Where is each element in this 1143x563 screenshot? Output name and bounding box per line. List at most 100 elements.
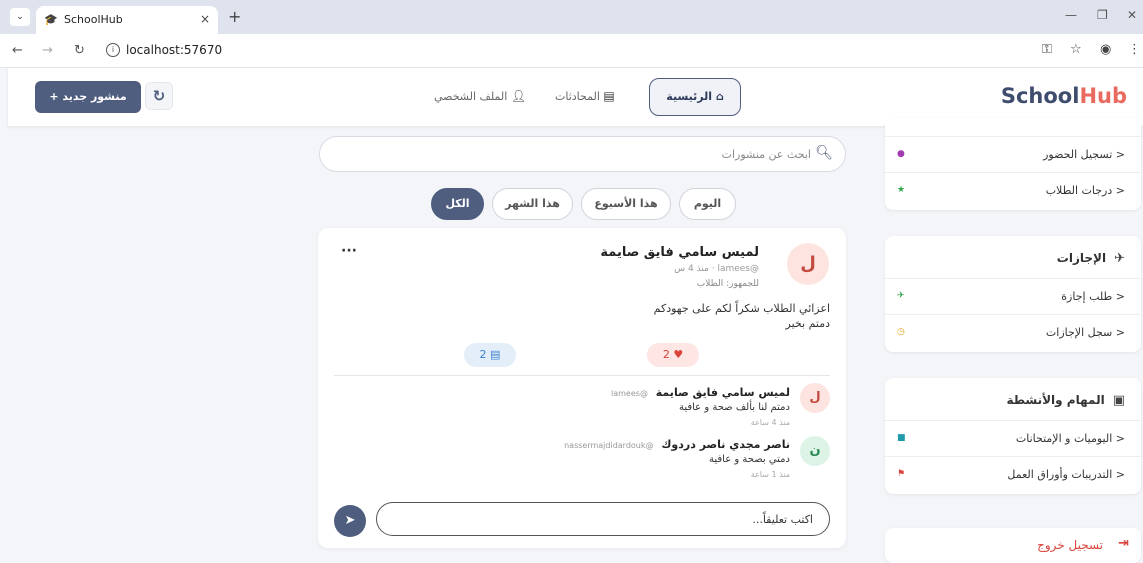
post-text: اعزائي الطلاب شكراً لكم على جهودكم دمتم … xyxy=(450,301,830,331)
logout-button[interactable]: تسجيل خروج ⇥ xyxy=(885,528,1141,563)
browser-tab-bar: ⌄ 🎓 SchoolHub × + — ❐ ✕ xyxy=(0,0,1143,34)
search-input[interactable]: 🔍︎ ابحث عن منشورات xyxy=(319,136,846,172)
logout-label: تسجيل خروج xyxy=(1037,538,1103,552)
sidebar-item-label: < درجات الطلاب xyxy=(1045,184,1125,197)
comment-avatar[interactable]: ن xyxy=(800,436,830,466)
window-close-icon[interactable]: ✕ xyxy=(1127,8,1137,22)
post-card: ل لميس سامي فايق صايمة @lamees · منذ 4 س… xyxy=(318,228,846,548)
bookmark-star-icon[interactable]: ☆ xyxy=(1070,42,1082,57)
browser-menu-icon[interactable]: ⋮ xyxy=(1128,42,1141,57)
tab-search-button[interactable]: ⌄ xyxy=(10,8,30,26)
post-author[interactable]: لميس سامي فايق صايمة xyxy=(600,245,759,260)
new-post-button[interactable]: + منشور جديد xyxy=(35,81,141,113)
post-text-line2: دمتم بخير xyxy=(785,317,830,330)
post-meta: @lamees · منذ 4 س xyxy=(674,264,759,274)
back-icon[interactable]: ← xyxy=(12,43,23,58)
profile-icon[interactable]: ◉ xyxy=(1100,42,1111,57)
nav-home[interactable]: الرئيسية ⌂ xyxy=(649,78,741,116)
filter-month[interactable]: هذا الشهر xyxy=(492,188,573,220)
sidebar-group-title: ▣المهام والأنشطة xyxy=(1006,393,1125,408)
nav-chats[interactable]: المحادثات ▤ xyxy=(555,89,615,103)
comment-placeholder: اكتب تعليقاً... xyxy=(752,513,813,526)
sidebar-item-grades[interactable]: < درجات الطلاب ★ xyxy=(885,172,1141,208)
send-comment-button[interactable]: ➤ xyxy=(334,505,366,537)
sidebar-item-label: < التدريبات وأوراق العمل xyxy=(1007,468,1125,481)
restore-icon[interactable]: ❐ xyxy=(1097,8,1108,22)
sidebar-group-leaves: ✈الإجازات < طلب إجازة ✈ < سجل الإجازات ◷ xyxy=(885,236,1141,352)
logo-accent: Hub xyxy=(1079,84,1127,108)
address-bar: ← → ↻ i localhost:57670 ⚿ ☆ ◉ ⋮ xyxy=(0,34,1143,68)
minimize-icon[interactable]: — xyxy=(1065,8,1077,22)
star-icon: ★ xyxy=(897,185,906,195)
plane-icon: ✈ xyxy=(1114,251,1125,266)
comment-icon: ▤ xyxy=(490,348,501,361)
tab-close-icon[interactable]: × xyxy=(200,12,210,26)
nav-chats-label: المحادثات xyxy=(555,90,600,103)
nav-profile-label: الملف الشخصي xyxy=(434,90,508,103)
comment-time: منذ 4 ساعة xyxy=(750,418,790,427)
forward-icon[interactable]: → xyxy=(42,43,53,58)
site-info-icon[interactable]: i xyxy=(106,43,120,57)
search-placeholder: ابحث عن منشورات xyxy=(721,148,811,161)
comment-toggle-button[interactable]: 2 ▤ xyxy=(464,343,516,367)
post-audience: للجمهور: الطلاب xyxy=(696,279,759,289)
comment-text: دمتم لنا بألف صحة و عافية xyxy=(678,402,790,413)
sidebar-item-journals-exams[interactable]: < اليوميات و الإمتحانات ■ xyxy=(885,420,1141,456)
sidebar-item-attendance[interactable]: < تسجيل الحضور ● xyxy=(885,136,1141,172)
nav-profile[interactable]: الملف الشخصي 👤︎ xyxy=(434,89,526,103)
comment-avatar[interactable]: ل xyxy=(800,383,830,413)
comment-header: ناصر مجدي ناصر دردوك @nassermajdidardouk xyxy=(564,437,790,451)
like-count: 2 xyxy=(662,348,670,361)
refresh-button[interactable]: ↻ xyxy=(145,82,173,110)
app-logo: SchoolHub xyxy=(1001,84,1127,108)
send-icon: ➤ xyxy=(344,513,356,528)
nav-home-label: الرئيسية xyxy=(666,90,712,103)
comment-input[interactable]: اكتب تعليقاً... xyxy=(376,502,830,536)
clipboard-icon: ▣ xyxy=(1112,393,1125,408)
new-tab-button[interactable]: + xyxy=(228,7,241,26)
filter-today[interactable]: اليوم xyxy=(679,188,736,220)
logout-icon: ⇥ xyxy=(1118,536,1129,551)
comment-handle: @lamees xyxy=(611,389,648,398)
check-icon: ● xyxy=(897,149,905,159)
sidebar-group-academics: < تسجيل الحضور ● < درجات الطلاب ★ xyxy=(885,118,1141,210)
sidebar-item-label: < طلب إجازة xyxy=(1061,290,1125,303)
comment-text: دمتي بصحة و عافية xyxy=(709,454,790,465)
password-key-icon[interactable]: ⚿ xyxy=(1042,42,1052,57)
comment-handle: @nassermajdidardouk xyxy=(564,441,654,450)
sidebar-item-label: < اليوميات و الإمتحانات xyxy=(1015,432,1125,445)
reload-icon[interactable]: ↻ xyxy=(74,43,85,58)
sidebar-item-leave-request[interactable]: < طلب إجازة ✈ xyxy=(885,278,1141,314)
comment-author[interactable]: لميس سامي فايق صايمة xyxy=(656,386,790,399)
comment-count: 2 xyxy=(479,348,487,361)
comment-author[interactable]: ناصر مجدي ناصر دردوك xyxy=(661,438,790,451)
sidebar-group-tasks: ▣المهام والأنشطة < اليوميات و الإمتحانات… xyxy=(885,378,1141,494)
history-icon: ◷ xyxy=(897,327,905,337)
flag-icon: ⚑ xyxy=(897,469,906,479)
sidebar-item-label: < سجل الإجازات xyxy=(1045,326,1125,339)
comment-time: منذ 1 ساعة xyxy=(750,470,790,479)
user-icon: 👤︎ xyxy=(510,89,527,103)
like-button[interactable]: 2 ♥ xyxy=(647,343,699,367)
sidebar-group-title: ✈الإجازات xyxy=(1056,251,1125,266)
avatar[interactable]: ل xyxy=(787,243,829,285)
post-text-line1: اعزائي الطلاب شكراً لكم على جهودكم xyxy=(653,302,830,315)
filter-week[interactable]: هذا الأسبوع xyxy=(581,188,671,220)
sidebar-item-worksheets[interactable]: < التدريبات وأوراق العمل ⚑ xyxy=(885,456,1141,492)
home-icon: ⌂ xyxy=(715,90,724,103)
tab-title: SchoolHub xyxy=(64,13,123,26)
book-icon: ■ xyxy=(897,433,906,443)
url-field[interactable]: localhost:57670 xyxy=(126,43,222,57)
heart-icon: ♥ xyxy=(673,348,684,361)
chat-icon: ▤ xyxy=(603,89,615,103)
favicon-icon: 🎓 xyxy=(44,13,58,26)
logo-main: School xyxy=(1000,84,1080,108)
sidebar-item-label: < تسجيل الحضور xyxy=(1043,148,1125,161)
comment-header: لميس سامي فايق صايمة @lamees xyxy=(611,385,790,399)
browser-tab[interactable]: 🎓 SchoolHub × xyxy=(36,6,218,34)
divider xyxy=(334,375,830,376)
more-options-icon[interactable]: ··· xyxy=(341,243,357,259)
filter-all[interactable]: الكل xyxy=(431,188,484,220)
search-icon: 🔍︎ xyxy=(815,145,833,161)
sidebar-item-leave-log[interactable]: < سجل الإجازات ◷ xyxy=(885,314,1141,350)
